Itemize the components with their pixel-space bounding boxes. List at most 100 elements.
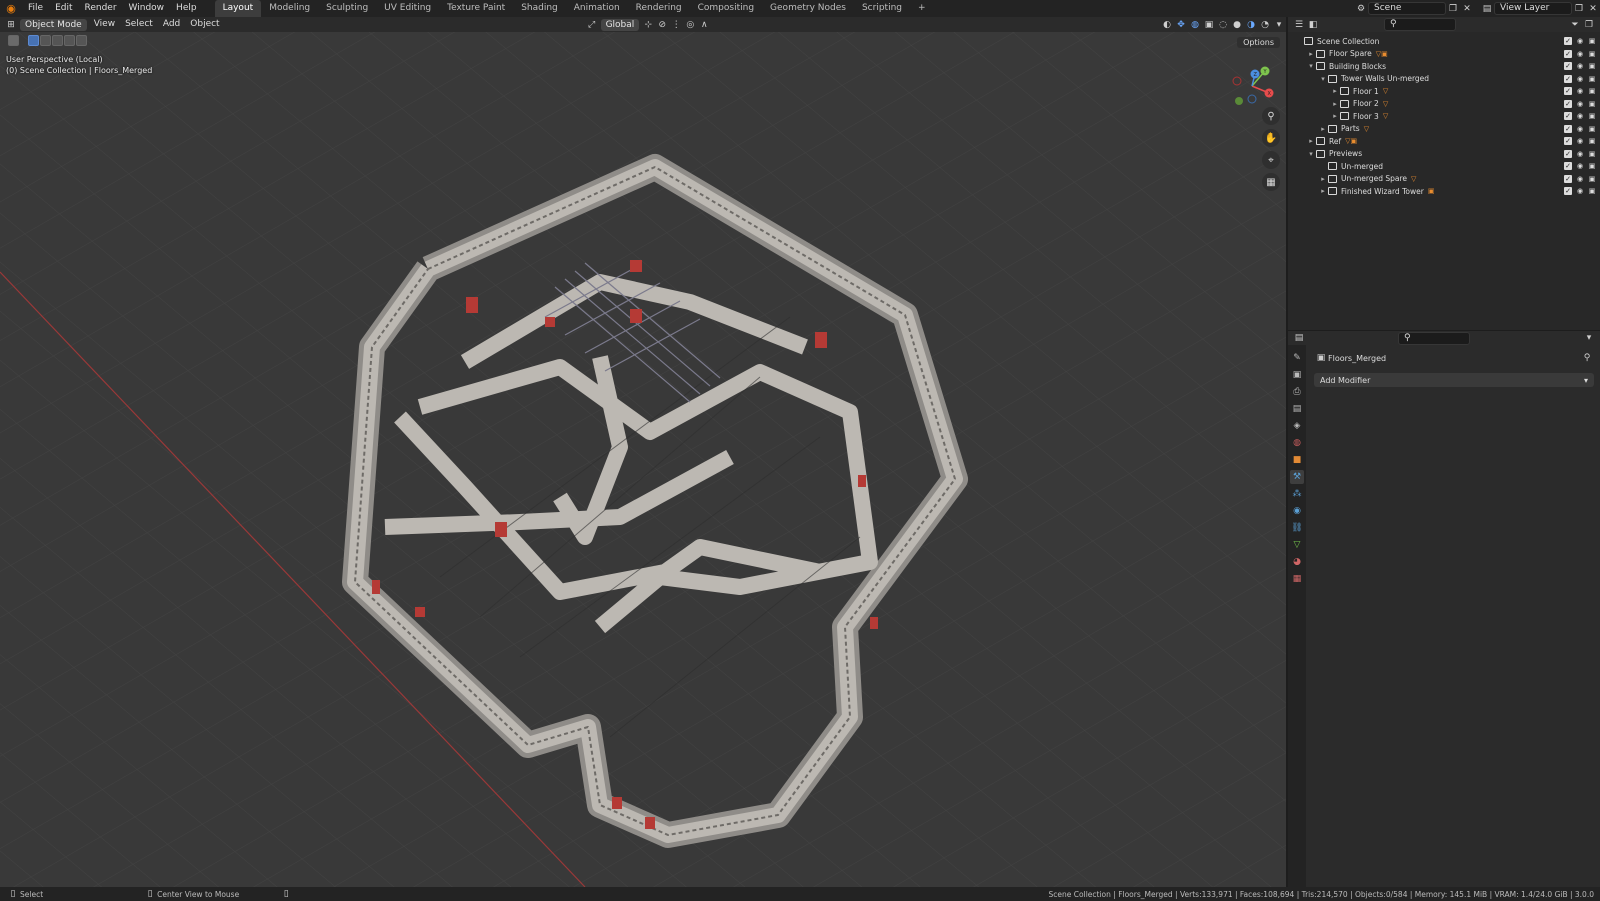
blender-logo-icon[interactable]: ◉ (0, 0, 22, 17)
select-intersect-icon[interactable] (76, 35, 87, 46)
select-new-icon[interactable] (28, 35, 39, 46)
expand-toggle-icon[interactable]: ▸ (1330, 87, 1340, 95)
render-camera-icon[interactable]: ▣ (1588, 125, 1596, 133)
render-camera-icon[interactable]: ▣ (1588, 175, 1596, 183)
outliner-editor-type-icon[interactable]: ☰ (1292, 18, 1306, 32)
expand-toggle-icon[interactable]: ▸ (1318, 175, 1328, 183)
viewport-menu-view[interactable]: View (89, 17, 120, 32)
xray-icon[interactable]: ▣ (1202, 18, 1216, 32)
object-mode-dropdown[interactable]: Object Mode (20, 18, 87, 31)
eye-icon[interactable]: ◉ (1576, 137, 1584, 145)
render-camera-icon[interactable]: ▣ (1588, 137, 1596, 145)
properties-tab-view-layer-icon[interactable]: ▤ (1290, 402, 1304, 416)
expand-toggle-icon[interactable]: ▾ (1306, 150, 1316, 158)
eye-icon[interactable]: ◉ (1576, 37, 1584, 45)
remove-scene-icon[interactable]: ✕ (1460, 2, 1474, 16)
render-camera-icon[interactable]: ▣ (1588, 75, 1596, 83)
pin-icon[interactable]: ⚲ (1580, 351, 1594, 365)
expand-toggle-icon[interactable]: ▾ (1318, 75, 1328, 83)
properties-tab-data-icon[interactable]: ▽ (1290, 538, 1304, 552)
properties-tab-modifier-icon[interactable]: ⚒ (1290, 470, 1304, 484)
select-extend-icon[interactable] (40, 35, 51, 46)
eye-icon[interactable]: ◉ (1576, 150, 1584, 158)
render-camera-icon[interactable]: ▣ (1588, 187, 1596, 195)
properties-tab-particles-icon[interactable]: ⁂ (1290, 487, 1304, 501)
new-view-layer-icon[interactable]: ❐ (1572, 2, 1586, 16)
properties-tab-object-icon[interactable]: ■ (1290, 453, 1304, 467)
properties-tab-tool-icon[interactable]: ✎ (1290, 351, 1304, 365)
eye-icon[interactable]: ◉ (1576, 87, 1584, 95)
tab-layout[interactable]: Layout (214, 0, 262, 17)
eye-icon[interactable]: ◉ (1576, 50, 1584, 58)
outliner-row[interactable]: ▾ Previews ✓ ◉ ▣ (1288, 148, 1600, 161)
add-modifier-button[interactable]: Add Modifier ▾ (1314, 373, 1594, 387)
camera-icon[interactable]: ⌖ (1262, 151, 1280, 169)
expand-toggle-icon[interactable]: ▸ (1330, 100, 1340, 108)
tab-rendering[interactable]: Rendering (628, 0, 690, 17)
eye-icon[interactable]: ◉ (1576, 75, 1584, 83)
visibility-icon[interactable]: ◐ (1160, 18, 1174, 32)
exclude-checkbox[interactable]: ✓ (1564, 124, 1572, 133)
exclude-checkbox[interactable]: ✓ (1564, 49, 1572, 58)
exclude-checkbox[interactable]: ✓ (1564, 87, 1572, 96)
render-camera-icon[interactable]: ▣ (1588, 87, 1596, 95)
tab-geometry-nodes[interactable]: Geometry Nodes (762, 0, 854, 17)
shading-wireframe-icon[interactable]: ◌ (1216, 18, 1230, 32)
outliner-row[interactable]: ▸ Ref ▽▣ ✓ ◉ ▣ (1288, 135, 1600, 148)
eye-icon[interactable]: ◉ (1576, 162, 1584, 170)
render-camera-icon[interactable]: ▣ (1588, 100, 1596, 108)
filter-icon[interactable]: ⏷ (1568, 18, 1582, 32)
exclude-checkbox[interactable]: ✓ (1564, 99, 1572, 108)
outliner-row[interactable]: ▸ Floor 2 ▽ ✓ ◉ ▣ (1288, 98, 1600, 111)
scene-icon[interactable]: ⚙ (1354, 2, 1368, 16)
view-layer-icon[interactable]: ▤ (1480, 2, 1494, 16)
falloff-icon[interactable]: ∧ (697, 18, 711, 32)
navigation-gizmo[interactable]: X Y Z (1227, 61, 1277, 111)
exclude-checkbox[interactable]: ✓ (1564, 162, 1572, 171)
pan-hand-icon[interactable]: ✋ (1262, 129, 1280, 147)
exclude-checkbox[interactable]: ✓ (1564, 137, 1572, 146)
shading-rendered-icon[interactable]: ◔ (1258, 18, 1272, 32)
menu-edit[interactable]: Edit (49, 0, 78, 17)
new-scene-icon[interactable]: ❐ (1446, 2, 1460, 16)
tab-modeling[interactable]: Modeling (261, 0, 318, 17)
select-invert-icon[interactable] (64, 35, 75, 46)
properties-tab-world-icon[interactable]: ◍ (1290, 436, 1304, 450)
menu-window[interactable]: Window (123, 0, 171, 17)
viewport-menu-select[interactable]: Select (120, 17, 158, 32)
tab-compositing[interactable]: Compositing (690, 0, 762, 17)
expand-toggle-icon[interactable]: ▸ (1306, 50, 1316, 58)
properties-options-icon[interactable]: ▾ (1582, 331, 1596, 345)
properties-tab-render-icon[interactable]: ▣ (1290, 368, 1304, 382)
outliner-row[interactable]: Un-merged ✓ ◉ ▣ (1288, 160, 1600, 173)
expand-toggle-icon[interactable]: ▸ (1318, 187, 1328, 195)
expand-toggle-icon[interactable]: ▸ (1330, 112, 1340, 120)
gizmo-toggle-icon[interactable]: ✥ (1174, 18, 1188, 32)
new-collection-icon[interactable]: ❐ (1582, 18, 1596, 32)
render-camera-icon[interactable]: ▣ (1588, 62, 1596, 70)
menu-file[interactable]: File (22, 0, 49, 17)
menu-render[interactable]: Render (79, 0, 123, 17)
exclude-checkbox[interactable]: ✓ (1564, 174, 1572, 183)
proportional-edit-icon[interactable]: ◎ (683, 18, 697, 32)
eye-icon[interactable]: ◉ (1576, 62, 1584, 70)
view-layer-field[interactable]: View Layer (1494, 2, 1572, 15)
orientation-dropdown[interactable]: Global (600, 18, 640, 31)
scene-field[interactable]: Scene (1368, 2, 1446, 15)
render-camera-icon[interactable]: ▣ (1588, 162, 1596, 170)
properties-tab-constraints-icon[interactable]: ⛓ (1290, 521, 1304, 535)
properties-tab-output-icon[interactable]: ⎙ (1290, 385, 1304, 399)
properties-tab-physics-icon[interactable]: ◉ (1290, 504, 1304, 518)
outliner-row[interactable]: ▸ Floor 1 ▽ ✓ ◉ ▣ (1288, 85, 1600, 98)
display-mode-icon[interactable]: ◧ (1306, 18, 1320, 32)
properties-editor-type-icon[interactable]: ▤ (1292, 331, 1306, 345)
viewport-menu-add[interactable]: Add (158, 17, 185, 32)
render-camera-icon[interactable]: ▣ (1588, 50, 1596, 58)
tool-select-box-icon[interactable] (8, 35, 19, 46)
expand-toggle-icon[interactable]: ▸ (1306, 137, 1316, 145)
shading-material-icon[interactable]: ◑ (1244, 18, 1258, 32)
outliner-search-input[interactable]: ⚲ (1384, 18, 1456, 31)
pivot-icon[interactable]: ⊹ (641, 18, 655, 32)
shading-options-icon[interactable]: ▾ (1272, 18, 1286, 32)
outliner-row[interactable]: ▸ Un-merged Spare ▽ ✓ ◉ ▣ (1288, 173, 1600, 186)
